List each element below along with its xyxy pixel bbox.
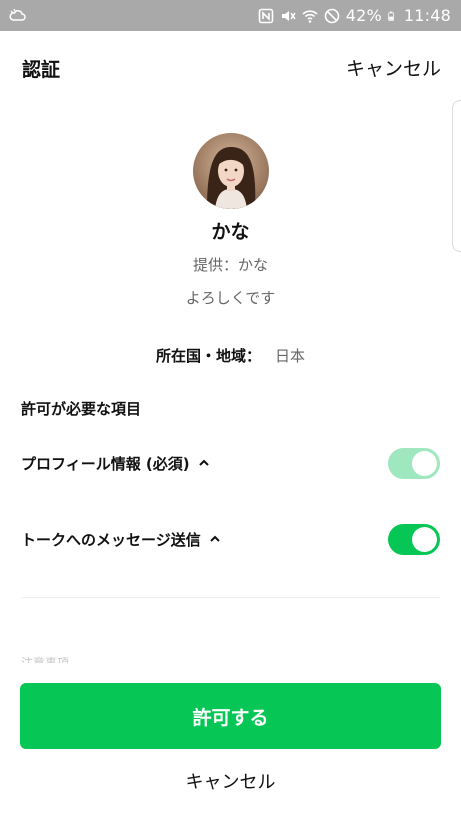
permission-expander-messages[interactable]: トークへのメッセージ送信 — [21, 529, 221, 550]
notes-heading: 注意事項 — [21, 656, 70, 663]
auth-screen: 42% 11:48 認証 キャンセル かな 提供：かな よろしくです 所在国・地… — [0, 0, 461, 819]
permission-expander-profile[interactable]: プロフィール情報 (必須) — [21, 453, 210, 474]
status-bar: 42% 11:48 — [0, 0, 461, 31]
chevron-up-icon — [198, 459, 209, 466]
cancel-button[interactable]: キャンセル — [0, 768, 461, 794]
permission-label-profile: プロフィール情報 (必須) — [21, 454, 190, 473]
wifi-icon — [302, 9, 318, 23]
nfc-icon — [258, 8, 274, 23]
permission-toggle-messages[interactable] — [388, 523, 440, 555]
cloud-sync-icon — [9, 8, 26, 21]
battery-icon — [388, 11, 394, 21]
header-cancel-button[interactable]: キャンセル — [346, 54, 441, 81]
permissions-section-title: 許可が必要な項目 — [21, 400, 142, 418]
chevron-up-icon — [209, 535, 220, 542]
profile-name: かな — [211, 221, 250, 243]
do-not-disturb-icon — [324, 8, 340, 23]
allow-button[interactable]: 許可する — [20, 683, 441, 749]
avatar-image — [193, 133, 269, 209]
avatar — [193, 133, 269, 209]
page-title: 認証 — [22, 59, 61, 81]
permission-toggle-profile[interactable] — [388, 447, 440, 479]
divider — [21, 597, 440, 598]
profile-description: よろしくです — [185, 289, 276, 307]
mute-icon — [281, 10, 296, 21]
permission-row-profile: プロフィール情報 (必須) — [21, 446, 440, 480]
toggle-knob — [412, 450, 437, 476]
permission-row-messages: トークへのメッセージ送信 — [21, 522, 440, 556]
region-row: 所在国・地域： 日本 — [0, 345, 461, 366]
permission-label-messages: トークへのメッセージ送信 — [21, 530, 201, 549]
toggle-knob — [412, 526, 437, 552]
clock: 11:48 — [403, 6, 451, 25]
region-label: 所在国・地域： — [155, 347, 261, 365]
region-value: 日本 — [275, 347, 306, 365]
battery-percent: 42% — [345, 6, 382, 25]
provider-text: 提供：かな — [192, 256, 268, 274]
